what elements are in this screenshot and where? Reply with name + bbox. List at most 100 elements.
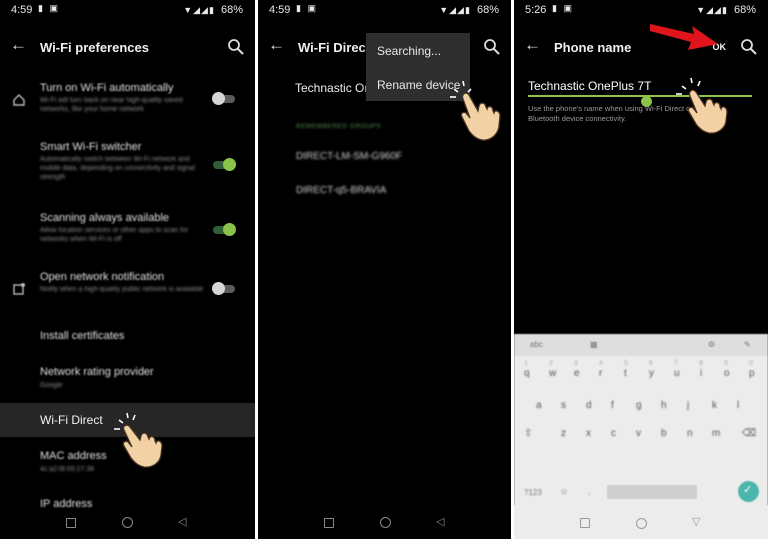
key-a[interactable]: a bbox=[536, 400, 542, 411]
key-number-hint: 6 bbox=[649, 360, 653, 367]
key-t[interactable]: t bbox=[624, 368, 627, 379]
shift-key-icon[interactable]: ⇧ bbox=[524, 428, 532, 439]
toggle-knob bbox=[212, 92, 225, 105]
page-title: Phone name bbox=[554, 40, 632, 55]
keyboard-mode-button[interactable]: abc bbox=[530, 340, 543, 349]
status-bar: 4:59 ▮ ▣ ▼◢◢▮ 68% bbox=[258, 0, 511, 22]
toggle-knob bbox=[212, 282, 225, 295]
symbols-key[interactable]: ?123 bbox=[524, 488, 542, 497]
section-header: REMEMBERED GROUPS bbox=[296, 123, 382, 130]
battery-percent: 68% bbox=[476, 4, 499, 16]
enter-key[interactable]: ✓ bbox=[738, 481, 759, 502]
status-right: ▼◢◢▮ 68% bbox=[696, 4, 756, 16]
key-h[interactable]: h bbox=[661, 400, 667, 411]
setting-title: Install certificates bbox=[40, 330, 125, 342]
key-number-hint: 2 bbox=[549, 360, 553, 367]
back-nav-icon[interactable]: ◁ bbox=[436, 515, 444, 528]
hand-pointer-icon bbox=[676, 77, 728, 134]
nav-bar: ▽ bbox=[514, 505, 768, 539]
key-i[interactable]: i bbox=[700, 368, 702, 379]
key-u[interactable]: u bbox=[674, 368, 680, 379]
phone-name-input[interactable]: Technastic OnePlus 7T bbox=[528, 79, 651, 93]
page-title: Wi-Fi Direct bbox=[298, 40, 371, 55]
home-button-icon[interactable] bbox=[636, 518, 647, 529]
setting-title: MAC address bbox=[40, 450, 107, 462]
battery-percent: 68% bbox=[220, 4, 243, 16]
key-y[interactable]: y bbox=[649, 368, 654, 379]
back-arrow-icon[interactable]: ← bbox=[268, 35, 285, 55]
app-bar: ← Wi-Fi preferences bbox=[0, 30, 255, 66]
hand-pointer-icon bbox=[450, 80, 501, 141]
battery-percent: 68% bbox=[733, 4, 756, 16]
key-o[interactable]: o bbox=[724, 368, 730, 379]
red-arrow-icon bbox=[650, 24, 718, 50]
key-b[interactable]: b bbox=[661, 428, 667, 439]
toggle-switch[interactable] bbox=[212, 282, 235, 295]
hand-pointer-icon bbox=[114, 412, 163, 468]
back-arrow-icon[interactable]: ← bbox=[10, 35, 27, 55]
key-z[interactable]: z bbox=[561, 428, 566, 439]
key-number-hint: 3 bbox=[574, 360, 578, 367]
home-icon bbox=[13, 94, 25, 106]
key-g[interactable]: g bbox=[636, 400, 642, 411]
toggle-switch[interactable] bbox=[212, 92, 235, 105]
key-f[interactable]: f bbox=[611, 400, 614, 411]
status-time: 4:59 bbox=[11, 4, 33, 16]
key-r[interactable]: r bbox=[599, 368, 602, 379]
backspace-key-icon[interactable]: ⌫ bbox=[742, 428, 756, 439]
key-number-hint: 4 bbox=[599, 360, 603, 367]
keyboard-settings-icon[interactable]: ⚙ bbox=[708, 340, 715, 349]
notification-icons: ▮ ▣ bbox=[38, 3, 60, 13]
key-number-hint: 1 bbox=[524, 360, 528, 367]
keyboard-handwriting-icon[interactable]: ✎ bbox=[744, 340, 751, 349]
key-j[interactable]: j bbox=[687, 400, 689, 411]
search-icon[interactable] bbox=[740, 38, 758, 56]
comma-key[interactable]: , bbox=[588, 487, 590, 496]
status-bar: 4:59 ▮ ▣ ▼◢◢▮ 68% bbox=[0, 0, 255, 22]
key-q[interactable]: q bbox=[524, 368, 530, 379]
setting-title: Open network notification bbox=[40, 271, 165, 283]
wifi-signal-battery-icon: ▼◢◢▮ bbox=[696, 5, 728, 15]
key-s[interactable]: s bbox=[561, 400, 566, 411]
key-number-hint: 9 bbox=[724, 360, 728, 367]
wifi-direct-screen: 4:59 ▮ ▣ ▼◢◢▮ 68% ← Wi-Fi Direct Technas… bbox=[258, 0, 511, 539]
key-n[interactable]: n bbox=[687, 428, 693, 439]
recents-icon[interactable] bbox=[580, 518, 590, 528]
recents-icon[interactable] bbox=[324, 518, 334, 528]
toggle-switch[interactable] bbox=[213, 223, 236, 236]
emoji-key-icon[interactable]: ☺ bbox=[560, 487, 568, 496]
search-icon[interactable] bbox=[227, 38, 245, 56]
key-x[interactable]: x bbox=[586, 428, 591, 439]
keyboard-row-1: 1 2 3 4 5 6 7 8 9 0 q w e r t y u i o p bbox=[514, 360, 768, 382]
key-k[interactable]: k bbox=[712, 400, 717, 411]
keyboard-clipboard-icon[interactable]: ▦ bbox=[590, 340, 598, 349]
home-button-icon[interactable] bbox=[122, 517, 133, 528]
wifi-signal-battery-icon: ▼◢◢▮ bbox=[183, 5, 215, 15]
wifi-signal-battery-icon: ▼◢◢▮ bbox=[439, 5, 471, 15]
setting-title: Smart Wi-Fi switcher bbox=[40, 141, 142, 153]
back-arrow-icon[interactable]: ← bbox=[524, 35, 541, 55]
key-l[interactable]: l bbox=[737, 400, 739, 411]
space-bar[interactable] bbox=[607, 485, 697, 499]
hide-keyboard-icon[interactable]: ▽ bbox=[692, 515, 700, 528]
key-w[interactable]: w bbox=[549, 368, 556, 379]
remembered-device[interactable]: DIRECT-q5-BRAVIA bbox=[296, 185, 386, 196]
key-e[interactable]: e bbox=[574, 368, 580, 379]
key-v[interactable]: v bbox=[636, 428, 641, 439]
key-d[interactable]: d bbox=[586, 400, 592, 411]
key-m[interactable]: m bbox=[712, 428, 720, 439]
back-nav-icon[interactable]: ◁ bbox=[178, 515, 186, 528]
nav-bar: ◁ bbox=[258, 513, 511, 533]
key-c[interactable]: c bbox=[611, 428, 616, 439]
home-button-icon[interactable] bbox=[380, 517, 391, 528]
setting-subtitle: Notify when a high-quality public networ… bbox=[40, 286, 204, 293]
toggle-switch[interactable] bbox=[213, 158, 236, 171]
setting-title: Network rating provider bbox=[40, 366, 154, 378]
menu-item-searching[interactable]: Searching... bbox=[377, 44, 441, 58]
recents-icon[interactable] bbox=[66, 518, 76, 528]
remembered-device[interactable]: DIRECT-LM-SM-G960F bbox=[296, 151, 402, 162]
toggle-knob bbox=[223, 223, 236, 236]
search-icon[interactable] bbox=[483, 38, 501, 56]
key-p[interactable]: p bbox=[749, 368, 755, 379]
key-number-hint: 8 bbox=[699, 360, 703, 367]
